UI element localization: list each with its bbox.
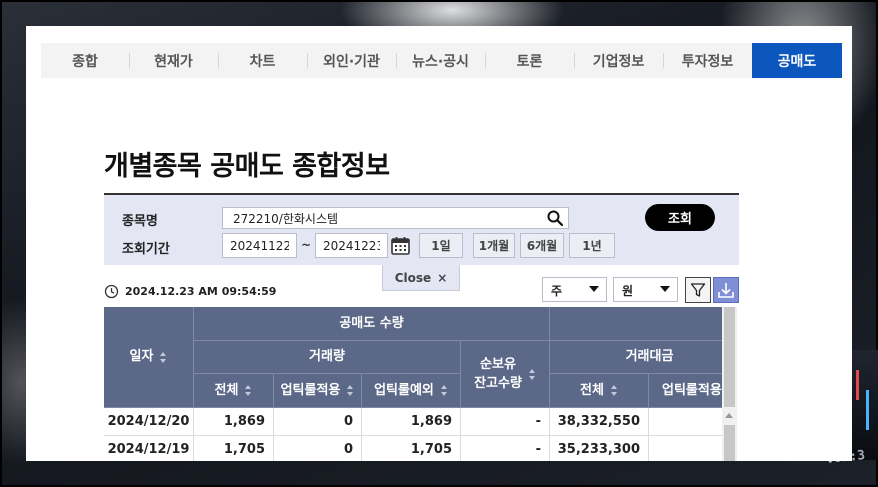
stock-search-input[interactable] — [222, 207, 569, 229]
stock-name-label: 종목명 — [122, 214, 158, 229]
column-header-uptick-applied[interactable]: 업틱룰적용 — [274, 374, 362, 408]
close-search-button[interactable]: Close × — [382, 265, 460, 291]
stock-info-panel: 종합 현재가 차트 외인·기관 뉴스·공시 토론 기업정보 투자정보 공매도 개… — [26, 26, 852, 461]
tab-chart[interactable]: 차트 — [218, 43, 307, 78]
column-header-uptick-exempt-label: 업틱룰예외 — [374, 382, 434, 398]
cell-uptick-applied: 0 — [274, 408, 362, 436]
background-chart-fragment — [852, 350, 878, 460]
column-header-value-uptick-applied-label: 업틱룰적용 — [662, 382, 722, 398]
clock-icon — [104, 284, 119, 299]
cell-date: 2024/12/20 — [104, 408, 194, 436]
filter-button[interactable] — [685, 277, 711, 303]
tab-bar: 종합 현재가 차트 외인·기관 뉴스·공시 토론 기업정보 투자정보 공매도 — [41, 43, 842, 78]
column-header-net-balance-label: 순보유 잔고수량 — [474, 356, 522, 392]
cell-value-uptick-applied — [649, 436, 722, 461]
cell-total: 1,869 — [194, 408, 274, 436]
currency-select[interactable]: 원 — [613, 277, 678, 302]
sort-icon — [347, 385, 354, 396]
chevron-down-icon — [589, 286, 599, 292]
column-header-value-uptick-applied[interactable]: 업틱룰적용 — [649, 374, 722, 408]
search-panel: 종목명 조회 조회기간 ~ 1일 1개월 6개월 1년 — [104, 193, 739, 265]
sort-icon — [528, 368, 536, 380]
date-range-separator: ~ — [301, 238, 312, 252]
column-header-uptick-applied-label: 업틱룰적용 — [280, 382, 341, 398]
start-date-input[interactable] — [222, 233, 297, 258]
column-header-total-label: 전체 — [214, 382, 239, 398]
table-vertical-scrollbar[interactable] — [722, 307, 737, 461]
chevron-down-icon — [660, 286, 670, 292]
column-header-date[interactable]: 일자 — [104, 307, 194, 408]
cell-total: 1,705 — [194, 436, 274, 461]
tab-investment-info[interactable]: 투자정보 — [663, 43, 752, 78]
end-date-input[interactable] — [315, 233, 388, 258]
sort-icon — [610, 385, 618, 396]
tab-news-disclosure[interactable]: 뉴스·공시 — [396, 43, 485, 78]
cell-uptick-exempt: 1,869 — [362, 408, 461, 436]
column-group-short-volume: 공매도 수량 — [194, 307, 550, 341]
tab-discussion[interactable]: 토론 — [485, 43, 574, 78]
sort-icon — [245, 385, 252, 396]
period-1year-button[interactable]: 1년 — [569, 233, 615, 258]
scrollbar-lower-track[interactable] — [724, 425, 735, 461]
tab-short-selling[interactable]: 공매도 — [752, 43, 842, 78]
cell-net-balance: - — [461, 436, 550, 461]
tab-overview[interactable]: 종합 — [41, 43, 129, 78]
column-header-uptick-exempt[interactable]: 업틱룰예외 — [362, 374, 461, 408]
cell-uptick-exempt: 1,705 — [362, 436, 461, 461]
cell-net-balance: - — [461, 408, 550, 436]
column-group-short-value — [550, 307, 722, 341]
column-header-total[interactable]: 전체 — [194, 374, 274, 408]
download-button[interactable] — [713, 277, 739, 303]
tab-company-info[interactable]: 기업정보 — [574, 43, 663, 78]
column-header-date-label: 일자 — [129, 349, 154, 365]
cell-date: 2024/12/19 — [104, 436, 194, 461]
unit-select[interactable]: 주 — [542, 277, 607, 302]
period-1month-button[interactable]: 1개월 — [473, 233, 515, 258]
column-header-value-total[interactable]: 전체 — [550, 374, 649, 408]
short-selling-table: 일자 공매도 수량 거래량 순보유 잔고수량 거래대금 전체 업틱룰적용 업틱룰… — [104, 307, 722, 461]
period-1day-button[interactable]: 1일 — [419, 233, 463, 258]
currency-select-value: 원 — [622, 284, 634, 298]
sort-icon — [160, 351, 167, 363]
sort-icon — [440, 385, 448, 396]
period-label: 조회기간 — [122, 242, 170, 257]
filter-icon — [690, 283, 706, 297]
period-6month-button[interactable]: 6개월 — [520, 233, 564, 258]
cell-uptick-applied: 0 — [274, 436, 362, 461]
column-group-trade-value: 거래대금 — [550, 341, 722, 374]
tab-current-price[interactable]: 현재가 — [129, 43, 218, 78]
tab-foreign-institution[interactable]: 외인·기관 — [307, 43, 396, 78]
cell-value-total: 35,233,300 — [550, 436, 649, 461]
column-header-net-balance[interactable]: 순보유 잔고수량 — [461, 341, 550, 408]
scroll-up-arrow-icon[interactable] — [725, 413, 733, 418]
calendar-icon[interactable] — [390, 235, 411, 256]
query-button[interactable]: 조회 — [645, 204, 715, 231]
column-header-value-total-label: 전체 — [580, 382, 604, 398]
close-label: Close — [394, 270, 432, 285]
close-icon: × — [437, 270, 448, 285]
page-title: 개별종목 공매도 종합정보 — [104, 151, 390, 182]
timestamp-text: 2024.12.23 AM 09:54:59 — [125, 285, 277, 298]
scrollbar-thumb[interactable] — [724, 307, 735, 407]
column-group-trade-volume: 거래량 — [194, 341, 461, 374]
search-icon[interactable] — [546, 209, 564, 227]
query-timestamp: 2024.12.23 AM 09:54:59 — [104, 284, 276, 299]
unit-select-value: 주 — [551, 284, 563, 298]
cell-value-uptick-applied — [649, 408, 722, 436]
cell-value-total: 38,332,550 — [550, 408, 649, 436]
download-icon — [718, 283, 734, 298]
